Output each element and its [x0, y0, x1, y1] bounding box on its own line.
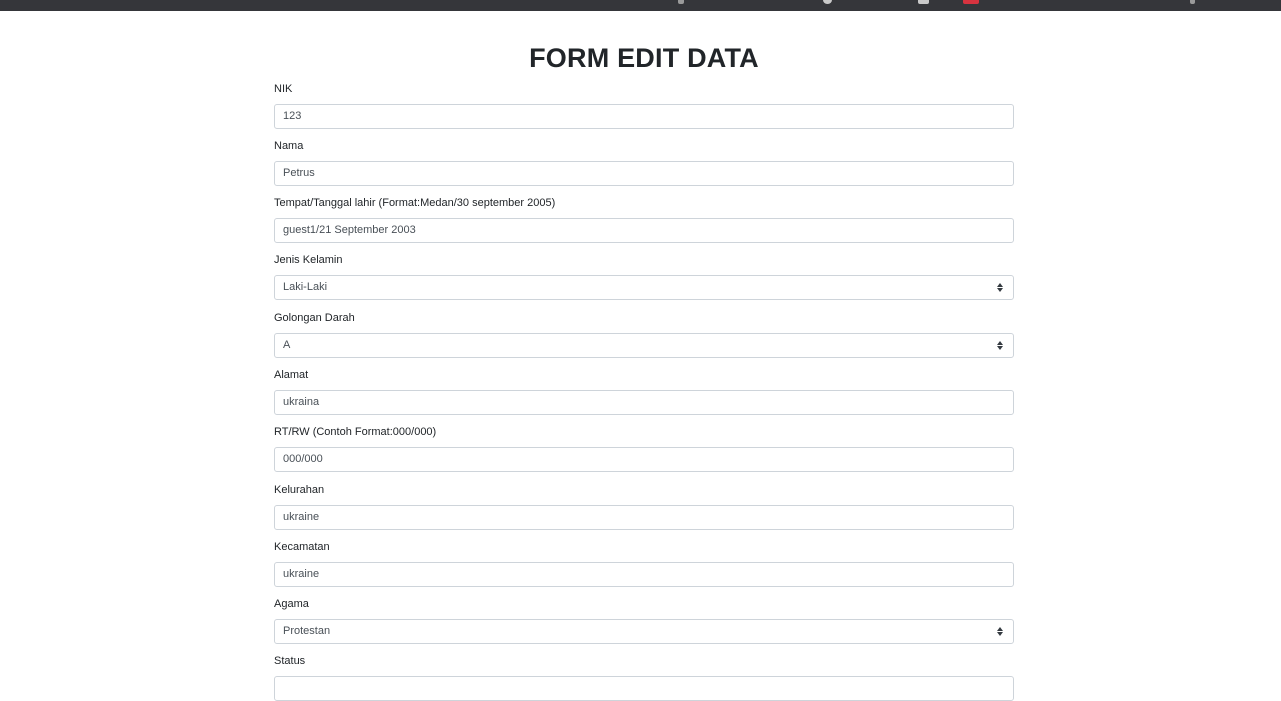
field-status: Status — [274, 655, 1014, 701]
nama-label: Nama — [274, 140, 304, 152]
status-label: Status — [274, 655, 306, 667]
nik-input[interactable]: 123 — [274, 104, 1014, 129]
select-arrows-icon — [997, 283, 1003, 293]
golongan-darah-value: A — [283, 339, 291, 351]
tempat-tanggal-lahir-label: Tempat/Tanggal lahir (Format:Medan/30 se… — [274, 197, 556, 209]
nama-input[interactable]: Petrus — [274, 161, 1014, 186]
alamat-input[interactable]: ukraina — [274, 390, 1014, 415]
jenis-kelamin-label: Jenis Kelamin — [274, 254, 343, 266]
jenis-kelamin-value: Laki-Laki — [283, 281, 328, 293]
extension-badge-icon[interactable] — [963, 0, 979, 4]
profile-icon[interactable] — [823, 0, 832, 4]
kecamatan-input[interactable]: ukraine — [274, 562, 1014, 587]
golongan-darah-label: Golongan Darah — [274, 312, 355, 324]
field-kecamatan: Kecamatan ukraine — [274, 541, 1014, 587]
extension-icon[interactable] — [918, 0, 929, 4]
field-jenis-kelamin: Jenis Kelamin Laki-Laki — [274, 254, 1014, 300]
status-select[interactable] — [274, 676, 1014, 701]
field-rt-rw: RT/RW (Contoh Format:000/000) 000/000 — [274, 426, 1014, 472]
field-tempat-tanggal-lahir: Tempat/Tanggal lahir (Format:Medan/30 se… — [274, 197, 1014, 243]
alamat-label: Alamat — [274, 369, 309, 381]
menu-icon[interactable] — [1190, 0, 1195, 4]
field-nama: Nama Petrus — [274, 140, 1014, 186]
rt-rw-label: RT/RW (Contoh Format:000/000) — [274, 426, 437, 438]
browser-toolbar — [0, 0, 1281, 11]
kelurahan-input[interactable]: ukraine — [274, 505, 1014, 530]
rt-rw-input[interactable]: 000/000 — [274, 447, 1014, 472]
agama-select[interactable]: Protestan — [274, 619, 1014, 644]
field-golongan-darah: Golongan Darah A — [274, 312, 1014, 358]
agama-value: Protestan — [283, 625, 331, 637]
golongan-darah-select[interactable]: A — [274, 333, 1014, 358]
select-arrows-icon — [997, 627, 1003, 637]
jenis-kelamin-select[interactable]: Laki-Laki — [274, 275, 1014, 300]
field-kelurahan: Kelurahan ukraine — [274, 484, 1014, 530]
agama-label: Agama — [274, 598, 309, 610]
nik-label: NIK — [274, 83, 293, 95]
toolbar-icon[interactable] — [678, 0, 684, 4]
page-title: FORM EDIT DATA — [529, 43, 759, 73]
kelurahan-label: Kelurahan — [274, 484, 325, 496]
field-alamat: Alamat ukraina — [274, 369, 1014, 415]
field-agama: Agama Protestan — [274, 598, 1014, 644]
field-nik: NIK 123 — [274, 83, 1014, 129]
select-arrows-icon — [997, 341, 1003, 351]
kecamatan-label: Kecamatan — [274, 541, 330, 553]
tempat-tanggal-lahir-input[interactable]: guest1/21 September 2003 — [274, 218, 1014, 243]
